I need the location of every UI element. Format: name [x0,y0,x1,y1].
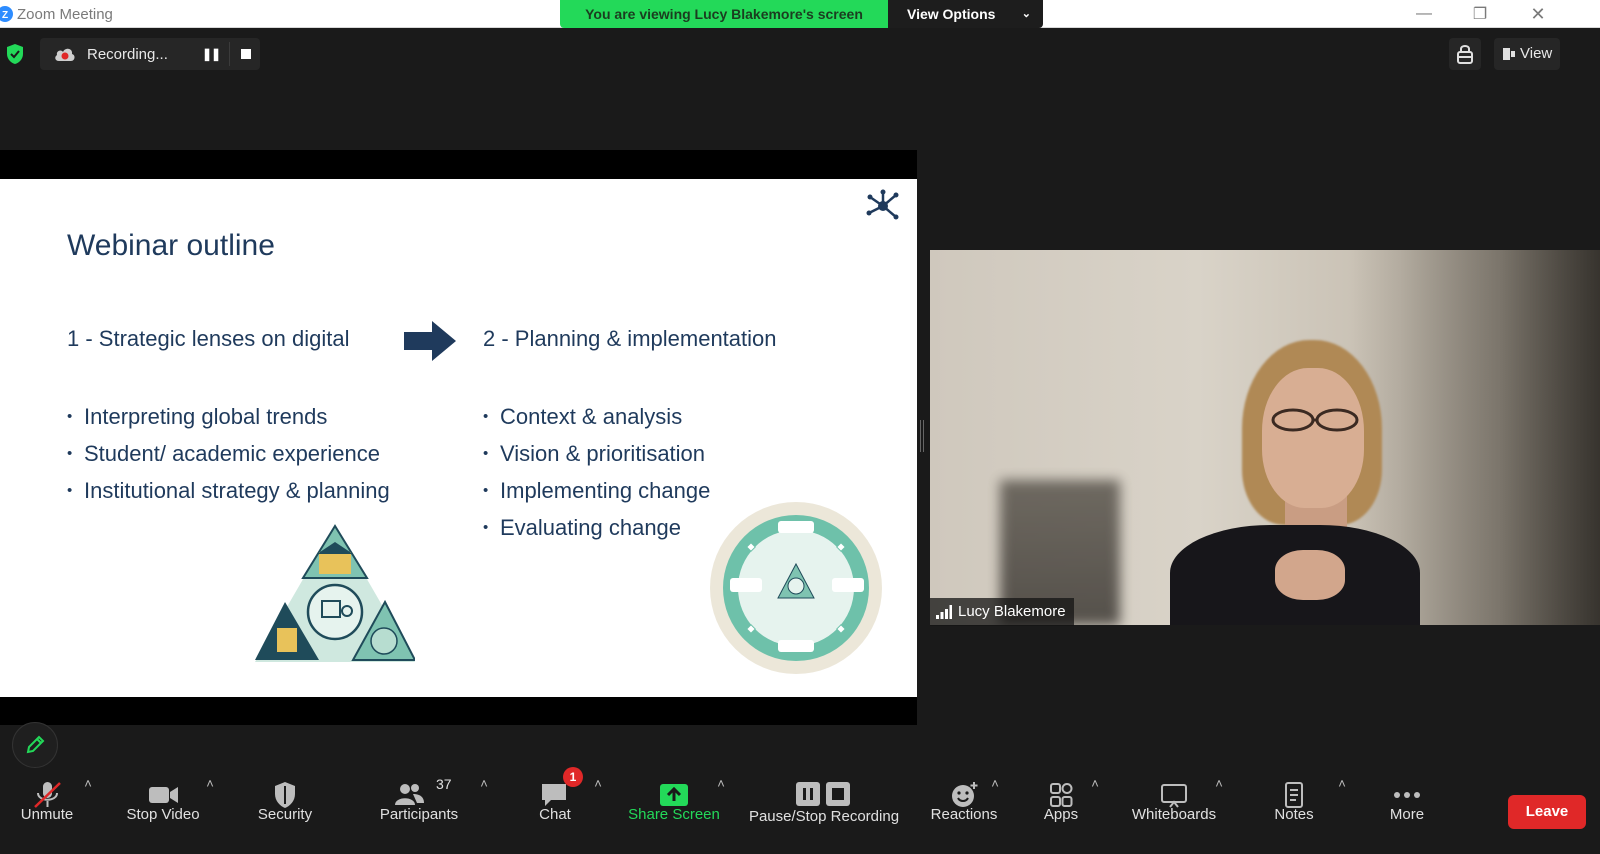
chat-label: Chat [539,806,571,823]
list-item: Interpreting global trends [67,398,390,435]
reactions-label: Reactions [930,806,998,823]
lock-frame-icon [1457,45,1473,64]
list-item: Student/ academic experience [67,435,390,472]
audio-options-caret[interactable]: ˄ [80,776,96,792]
security-button[interactable]: Security [246,768,324,854]
pause-stop-recording-label: Pause/Stop Recording [748,808,900,825]
encryption-shield-icon[interactable] [5,43,25,65]
list-item: Implementing change [483,472,710,509]
view-options-button[interactable]: View Options ⌄ [888,0,1043,28]
signal-strength-icon [936,605,952,619]
more-label: More [1389,806,1425,823]
viewing-message: You are viewing Lucy Blakemore's screen [560,0,888,28]
annotate-button[interactable] [12,722,58,768]
video-options-caret[interactable]: ˄ [202,776,218,792]
right-column-heading: 2 - Planning & implementation [483,326,777,351]
participants-label: Participants [379,806,459,823]
unmute-button[interactable]: Unmute [8,768,86,854]
video-person-hand [1275,550,1345,600]
apps-button[interactable]: Apps [1026,768,1096,854]
stop-icon [241,49,251,59]
right-bullet-list: Context & analysis Vision & prioritisati… [483,398,710,546]
view-options-label: View Options [907,6,996,22]
chevron-down-icon: ⌄ [1021,8,1031,20]
pause-stop-recording-button[interactable]: Pause/Stop Recording [742,768,906,854]
view-layout-button[interactable]: View [1494,38,1560,70]
unmute-label: Unmute [20,806,74,823]
chat-unread-badge: 1 [563,767,583,787]
pause-recording-button[interactable]: ❚❚ [198,45,224,63]
layout-icon [1503,48,1515,60]
immersive-view-button[interactable] [1449,38,1481,70]
zoom-logo-icon: Z [0,6,13,22]
minimize-button[interactable]: — [1395,0,1453,28]
notes-button[interactable]: Notes [1258,768,1330,854]
participant-video[interactable] [930,250,1600,625]
network-logo-icon [866,189,899,220]
chat-options-caret[interactable]: ˄ [590,776,606,792]
participant-name-tag: Lucy Blakemore [930,598,1074,626]
zoom-meeting-window: Z Zoom Meeting You are viewing Lucy Blak… [0,0,1600,854]
share-options-caret[interactable]: ˄ [713,776,729,792]
view-label: View [1520,45,1553,62]
leave-button[interactable]: Leave [1508,795,1586,829]
whiteboards-label: Whiteboards [1131,806,1217,823]
recording-label: Recording... [87,46,168,63]
reactions-options-caret[interactable]: ˄ [987,776,1003,792]
share-screen-label: Share Screen [628,806,720,823]
notes-options-caret[interactable]: ˄ [1334,776,1350,792]
right-arrow-icon [404,321,456,361]
cloud-recording-icon [55,48,75,61]
share-screen-button[interactable]: Share Screen [626,768,722,854]
participants-options-caret[interactable]: ˄ [476,776,492,792]
slide-title: Webinar outline [67,229,275,262]
left-bullet-list: Interpreting global trends Student/ acad… [67,398,390,509]
strategic-lenses-triangle-graphic [255,524,415,662]
whiteboards-options-caret[interactable]: ˄ [1211,776,1227,792]
video-person-glasses [1271,408,1359,432]
stop-video-button[interactable]: Stop Video [118,768,208,854]
planning-cycle-graphic [710,502,882,674]
window-title: Zoom Meeting [17,6,113,23]
resize-splitter[interactable] [920,420,924,452]
participants-button[interactable]: 37 Participants [370,768,468,854]
list-item: Evaluating change [483,509,710,546]
more-button[interactable]: More [1372,768,1442,854]
apps-label: Apps [1043,806,1079,823]
restore-button[interactable]: ❐ [1451,0,1509,28]
title-bar: Z Zoom Meeting You are viewing Lucy Blak… [0,0,1600,28]
stop-recording-button[interactable] [233,45,259,63]
left-column-heading: 1 - Strategic lenses on digital [67,326,350,351]
list-item: Vision & prioritisation [483,435,710,472]
svg-text:Z: Z [2,10,8,21]
divider [229,42,230,66]
list-item: Context & analysis [483,398,710,435]
apps-options-caret[interactable]: ˄ [1087,776,1103,792]
meeting-toolbar: Unmute ˄ Stop Video ˄ Security 37 Partic… [0,768,1600,854]
shared-slide: Webinar outline 1 - Strategic lenses on … [0,179,917,697]
list-item: Institutional strategy & planning [67,472,390,509]
close-button[interactable]: ✕ [1509,0,1567,28]
pencil-icon [26,735,45,754]
participant-name: Lucy Blakemore [958,603,1066,620]
stop-video-label: Stop Video [126,806,200,823]
viewing-banner: You are viewing Lucy Blakemore's screen … [560,0,1043,28]
participant-count: 37 [436,776,452,792]
video-person-face [1262,368,1364,508]
pause-stop-icon [796,782,850,806]
security-label: Security [257,806,313,823]
notes-label: Notes [1274,806,1314,823]
recording-indicator: Recording... ❚❚ [40,38,260,70]
